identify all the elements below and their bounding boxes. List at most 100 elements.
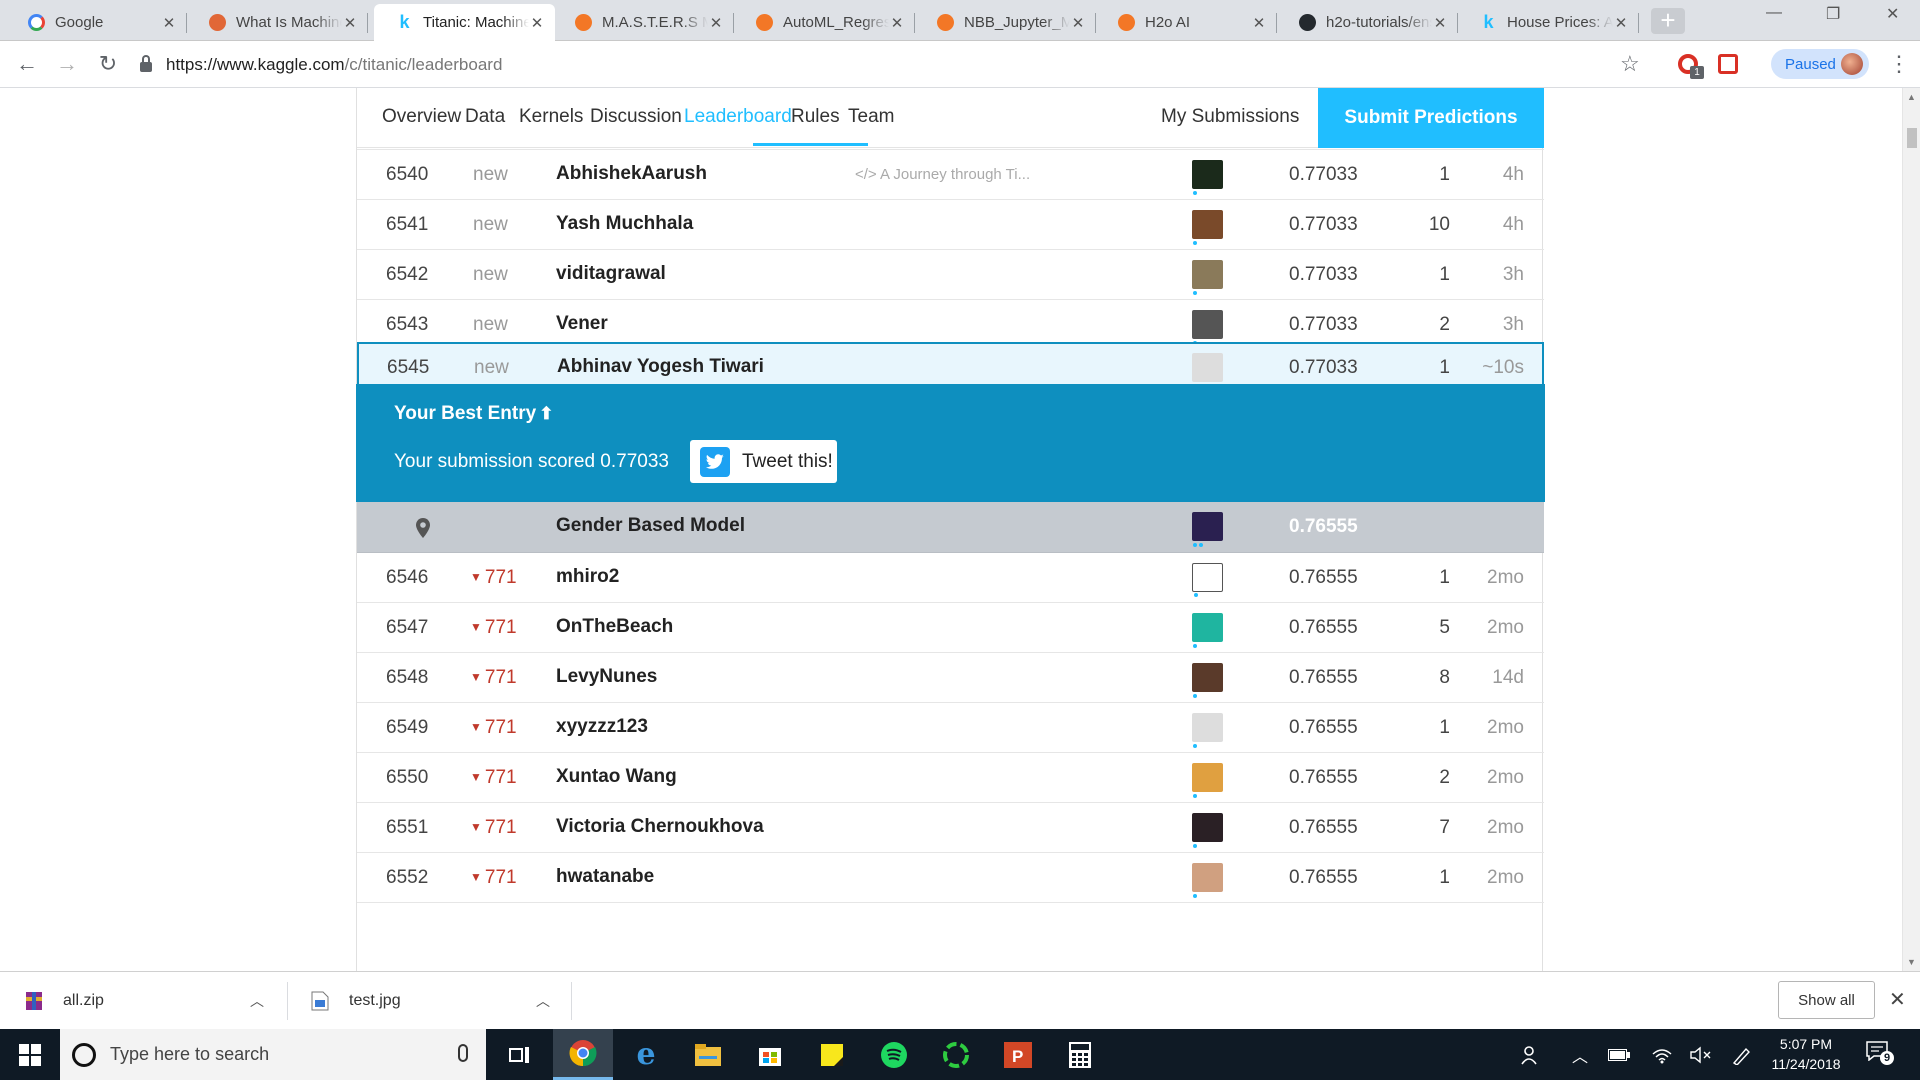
tab-leaderboard[interactable]: Leaderboard (684, 106, 792, 128)
avatar[interactable] (1192, 763, 1223, 798)
table-row[interactable]: 6552 ▼ 771 hwatanabe 0.76555 1 2mo (357, 853, 1544, 903)
table-row[interactable]: 6547 ▼ 771 OnTheBeach 0.76555 5 2mo (357, 603, 1544, 653)
wifi-icon[interactable] (1652, 1029, 1672, 1080)
sync-app-icon[interactable] (926, 1029, 986, 1080)
submit-predictions-button[interactable]: Submit Predictions (1318, 88, 1544, 148)
taskbar-search[interactable]: Type here to search (60, 1029, 486, 1080)
page-scrollbar[interactable]: ▲ ▼ (1902, 88, 1920, 971)
powerpoint-icon[interactable]: P (988, 1029, 1048, 1080)
browser-tab[interactable]: k House Prices: Advanced✕ (1458, 4, 1639, 41)
team-name[interactable]: Victoria Chernoukhova (556, 816, 764, 838)
avatar[interactable] (1192, 353, 1223, 388)
back-icon[interactable]: ← (12, 49, 42, 79)
bookmark-star-icon[interactable]: ☆ (1620, 51, 1640, 77)
scroll-down-icon[interactable]: ▼ (1907, 957, 1916, 967)
table-row[interactable]: 6540 new AbhishekAarush </> A Journey throu… (357, 150, 1544, 200)
download-item[interactable]: test.jpg ︿ (311, 972, 561, 1030)
table-row[interactable]: 6549 ▼ 771 xyyzzz123 0.76555 1 2mo (357, 703, 1544, 753)
close-tab-icon[interactable]: ✕ (1251, 14, 1267, 32)
avatar[interactable] (1192, 863, 1223, 898)
close-tab-icon[interactable]: ✕ (708, 14, 724, 32)
my-submissions-link[interactable]: My Submissions (1161, 106, 1299, 128)
table-row[interactable]: 6542 new viditagrawal 0.77033 1 3h (357, 250, 1544, 300)
store-icon[interactable] (740, 1029, 800, 1080)
new-tab-button[interactable]: + (1651, 7, 1685, 34)
team-name[interactable]: Xuntao Wang (556, 766, 677, 788)
chevron-up-icon[interactable]: ︿ (250, 991, 264, 1011)
table-row[interactable]: 6550 ▼ 771 Xuntao Wang 0.76555 2 2mo (357, 753, 1544, 803)
benchmark-row[interactable]: Gender Based Model 0.76555 (357, 502, 1544, 553)
close-tab-icon[interactable]: ✕ (529, 14, 545, 32)
team-name[interactable]: mhiro2 (556, 566, 619, 588)
kernel-link[interactable]: </> A Journey through Ti... (855, 166, 1030, 183)
browser-tab[interactable]: NBB_Jupyter_Mode✕ (915, 4, 1096, 41)
team-name[interactable]: Vener (556, 313, 608, 335)
avatar[interactable] (1192, 563, 1223, 597)
battery-icon[interactable] (1608, 1029, 1630, 1080)
browser-tab[interactable]: h2o-tutorials/ensembles✕ (1277, 4, 1458, 41)
taskbar-clock[interactable]: 5:07 PM 11/24/2018 (1756, 1034, 1856, 1074)
table-row[interactable]: 6541 new Yash Muchhala 0.77033 10 4h (357, 200, 1544, 250)
close-tab-icon[interactable]: ✕ (889, 14, 905, 32)
volume-muted-icon[interactable] (1690, 1029, 1712, 1080)
team-name[interactable]: OnTheBeach (556, 616, 673, 638)
browser-tab[interactable]: M.A.S.T.E.R.S Machine✕ (553, 4, 734, 41)
team-name[interactable]: LevyNunes (556, 666, 657, 688)
calculator-icon[interactable] (1050, 1029, 1110, 1080)
tab-kernels[interactable]: Kernels (519, 106, 583, 128)
close-tab-icon[interactable]: ✕ (161, 14, 177, 32)
chevron-up-icon[interactable]: ︿ (1572, 1029, 1588, 1080)
close-tab-icon[interactable]: ✕ (342, 14, 358, 32)
chevron-up-icon[interactable]: ︿ (536, 991, 550, 1011)
browser-tab[interactable]: k Titanic: Machine Learning from Disaster… (374, 4, 555, 41)
browser-tab[interactable]: H2o AI ✕ (1096, 4, 1277, 41)
minimize-icon[interactable]: — (1766, 4, 1782, 22)
tweet-button[interactable]: Tweet this! (690, 440, 837, 483)
download-item[interactable]: all.zip ︿ (25, 972, 275, 1030)
team-name[interactable]: hwatanabe (556, 866, 654, 888)
avatar[interactable] (1192, 663, 1223, 698)
action-center-icon[interactable]: 9 (1866, 1041, 1894, 1067)
forward-icon[interactable]: → (52, 49, 82, 79)
avatar[interactable] (1192, 310, 1223, 345)
avatar[interactable] (1192, 160, 1223, 195)
tab-data[interactable]: Data (465, 106, 505, 128)
scroll-up-icon[interactable]: ▲ (1907, 92, 1916, 102)
address-bar[interactable]: https://www.kaggle.com/c/titanic/leaderb… (140, 50, 1630, 80)
chrome-taskbar-icon[interactable] (553, 1029, 613, 1080)
table-row[interactable]: 6551 ▼ 771 Victoria Chernoukhova 0.76555 7 2mo (357, 803, 1544, 853)
team-name[interactable]: Yash Muchhala (556, 213, 693, 235)
team-name[interactable]: viditagrawal (556, 263, 666, 285)
team-name[interactable]: AbhishekAarush (556, 163, 707, 185)
task-view-icon[interactable] (490, 1029, 550, 1080)
browser-tab[interactable]: What Is Machine Learning✕ (187, 4, 368, 41)
tab-overview[interactable]: Overview (382, 106, 461, 128)
browser-tab[interactable]: Google ✕ (6, 4, 187, 41)
profile-button[interactable]: Paused (1771, 49, 1869, 79)
avatar[interactable] (1192, 210, 1223, 245)
edge-icon[interactable]: e (616, 1029, 676, 1080)
scroll-thumb[interactable] (1907, 128, 1917, 148)
close-icon[interactable]: ✕ (1889, 987, 1906, 1012)
tab-team[interactable]: Team (848, 106, 894, 128)
spotify-icon[interactable] (864, 1029, 924, 1080)
file-explorer-icon[interactable] (678, 1029, 738, 1080)
avatar[interactable] (1192, 260, 1223, 295)
show-all-downloads-button[interactable]: Show all (1778, 981, 1875, 1019)
windows-start-icon[interactable] (0, 1029, 60, 1080)
close-window-icon[interactable]: ✕ (1886, 4, 1899, 24)
people-icon[interactable] (1520, 1029, 1542, 1080)
microphone-icon[interactable] (458, 1044, 468, 1062)
avatar[interactable] (1192, 713, 1223, 748)
sticky-notes-icon[interactable] (802, 1029, 862, 1080)
table-row[interactable]: 6548 ▼ 771 LevyNunes 0.76555 8 14d (357, 653, 1544, 703)
table-row[interactable]: 6546 ▼ 771 mhiro2 0.76555 1 2mo (357, 553, 1544, 603)
team-name[interactable]: Abhinav Yogesh Tiwari (557, 356, 764, 378)
pocket-extension-icon[interactable] (1718, 54, 1738, 74)
tab-rules[interactable]: Rules (791, 106, 840, 128)
pen-ink-icon[interactable] (1732, 1029, 1752, 1080)
reload-icon[interactable]: ↻ (93, 49, 123, 79)
close-tab-icon[interactable]: ✕ (1432, 14, 1448, 32)
close-tab-icon[interactable]: ✕ (1070, 14, 1086, 32)
browser-tab[interactable]: AutoML_Regression✕ (734, 4, 915, 41)
